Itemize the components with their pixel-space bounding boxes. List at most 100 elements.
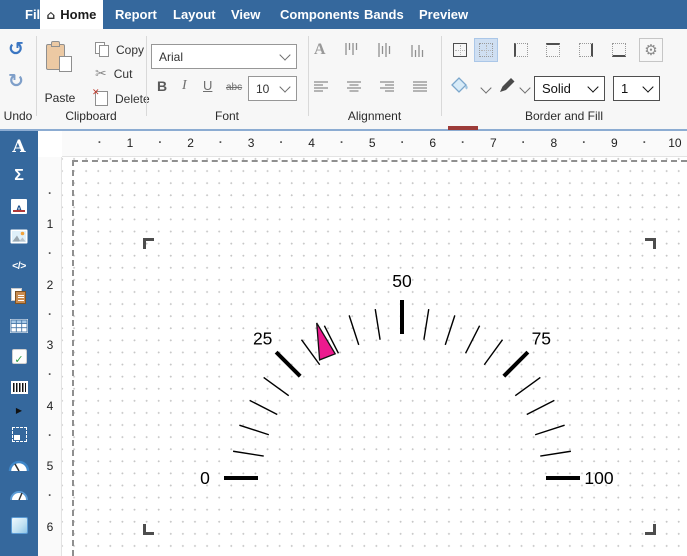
tab-layout[interactable]: Layout — [173, 0, 216, 29]
italic-button[interactable]: I — [182, 78, 187, 94]
cut-button[interactable]: ✂ Cut — [95, 67, 132, 81]
gauge-minor-tick — [444, 315, 456, 346]
gauge-scale-label: 100 — [584, 468, 613, 488]
tool-rich-text[interactable]: A — [0, 195, 38, 217]
gauge-minor-tick — [374, 308, 381, 340]
selection-corner-bottom-right[interactable] — [645, 524, 656, 535]
report-designer-window: File ⌂ Home Report Layout View Component… — [0, 0, 687, 556]
font-family-select[interactable]: Arial — [151, 44, 297, 69]
tool-html[interactable]: </> — [0, 255, 38, 277]
tab-home[interactable]: ⌂ Home — [40, 0, 103, 29]
border-top-button[interactable] — [541, 38, 565, 62]
gauge-minor-tick — [534, 424, 565, 436]
tool-table[interactable] — [0, 315, 38, 337]
ruler-dot: · — [279, 135, 284, 149]
gauge-minor-tick — [540, 450, 572, 457]
tab-preview[interactable]: Preview — [419, 0, 468, 29]
ruler-number: 3 — [46, 338, 54, 353]
align-right-icon[interactable] — [378, 80, 396, 94]
strikethrough-button[interactable]: abc — [226, 82, 242, 93]
formula-icon: Σ — [14, 167, 24, 184]
ruler-number: 2 — [187, 136, 194, 150]
ruler-number: 9 — [611, 136, 618, 150]
group-label-undo: Undo — [3, 109, 33, 123]
text-style-button[interactable]: A — [314, 41, 326, 59]
fill-color-icon[interactable] — [448, 76, 470, 94]
line-color-icon[interactable] — [498, 77, 516, 94]
line-width-select[interactable]: 1 — [613, 76, 660, 101]
copy-button[interactable]: Copy — [95, 42, 144, 57]
line-style-select[interactable]: Solid — [534, 76, 605, 101]
align-top-icon[interactable] — [344, 41, 360, 59]
tool-barcode[interactable] — [0, 377, 38, 397]
ruler-number: 5 — [46, 459, 54, 474]
border-right-button[interactable] — [574, 38, 598, 62]
barcode-icon — [10, 380, 28, 394]
ruler-dot: · — [461, 135, 465, 149]
code-icon: </> — [12, 260, 26, 272]
tool-checkbox[interactable]: ✓ — [0, 345, 38, 367]
bold-button[interactable]: B — [157, 78, 167, 94]
tool-formula[interactable]: Σ — [0, 165, 38, 187]
tab-bands[interactable]: Bands — [364, 0, 404, 29]
ruler-dot: · — [218, 135, 223, 149]
gauge-minor-tick — [526, 399, 555, 416]
tool-simple-gauge[interactable] — [0, 483, 38, 507]
border-all-button[interactable] — [448, 38, 472, 62]
tool-more[interactable]: ▶ — [0, 403, 38, 417]
gauge-minor-tick — [239, 424, 270, 436]
more-arrow-icon: ▶ — [15, 405, 23, 415]
ruler-number: 4 — [308, 136, 315, 150]
delete-button[interactable]: ✕ Delete — [92, 88, 150, 106]
align-left-icon[interactable] — [312, 80, 330, 94]
gauge-scale-label: 50 — [392, 271, 412, 291]
border-bottom-button[interactable] — [607, 38, 631, 62]
paste-icon — [46, 41, 72, 72]
ruler-number: 7 — [489, 136, 497, 150]
gauge-minor-tick — [232, 450, 264, 457]
align-justify-icon[interactable] — [411, 80, 429, 94]
fill-color-dropdown[interactable] — [480, 82, 492, 94]
tool-subreport[interactable] — [0, 423, 38, 445]
underline-button[interactable]: U — [203, 78, 212, 93]
chevron-down-icon — [279, 48, 291, 61]
ruler-dot: · — [582, 135, 587, 149]
tool-shape[interactable] — [0, 513, 38, 537]
align-center-icon[interactable] — [345, 80, 363, 94]
design-surface[interactable]: 0 25 50 75 100 — [62, 157, 687, 556]
line-color-dropdown[interactable] — [519, 82, 531, 94]
ruler-dot: · — [642, 135, 647, 149]
selection-corner-bottom-left[interactable] — [143, 524, 154, 535]
ruler-number: 1 — [126, 136, 134, 150]
border-none-button[interactable] — [474, 38, 498, 62]
ruler-number: 6 — [46, 519, 54, 534]
ribbon: ↺ ↻ Undo Paste Copy ✂ Cut ✕ Delete Clipb… — [0, 29, 687, 131]
redo-icon[interactable]: ↻ — [8, 72, 24, 91]
gear-icon: ⚙ — [644, 41, 658, 59]
gauge-component[interactable]: 0 25 50 75 100 — [62, 157, 687, 556]
selection-corner-top-left[interactable] — [143, 238, 154, 249]
font-size-select[interactable]: 10 — [248, 76, 297, 101]
component-toolbar: A Σ A </> ✓ ▶ — [0, 131, 38, 556]
align-middle-icon[interactable] — [377, 41, 393, 59]
text-icon: A — [12, 137, 26, 157]
tab-components[interactable]: Components — [280, 0, 359, 29]
border-settings-button[interactable]: ⚙ — [639, 38, 663, 62]
menu-bar: File ⌂ Home Report Layout View Component… — [0, 0, 687, 29]
ruler-number: 2 — [46, 277, 54, 292]
group-separator — [308, 36, 309, 116]
tool-gauge[interactable] — [0, 453, 38, 477]
tab-view[interactable]: View — [231, 0, 260, 29]
undo-icon[interactable]: ↺ — [8, 40, 24, 59]
tool-picture[interactable] — [0, 225, 38, 247]
align-bottom-icon[interactable] — [410, 41, 426, 59]
delete-icon: ✕ — [92, 88, 108, 106]
ruler-dot: · — [521, 135, 526, 149]
gauge-minor-tick — [483, 339, 504, 366]
gauge-icon — [8, 460, 30, 472]
border-left-button[interactable] — [509, 38, 533, 62]
tool-copy-content[interactable] — [0, 285, 38, 307]
tool-text[interactable]: A — [0, 136, 38, 158]
selection-corner-top-right[interactable] — [645, 238, 656, 249]
tab-report[interactable]: Report — [115, 0, 157, 29]
